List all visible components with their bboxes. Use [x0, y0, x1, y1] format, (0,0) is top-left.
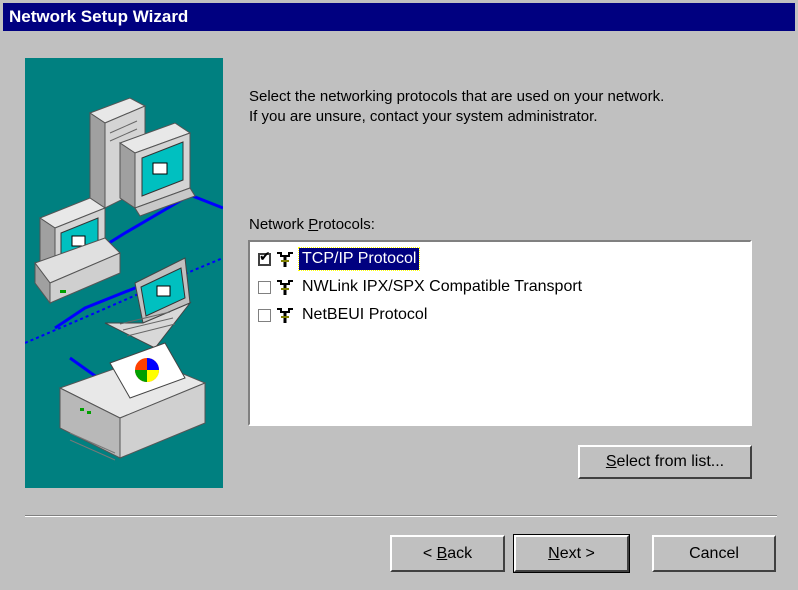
button-prefix: < — [422, 544, 437, 562]
tcpip-label: TCP/IP Protocol — [297, 247, 421, 271]
network-protocols-label: Network Protocols: — [249, 216, 375, 233]
network-setup-wizard-window: Network Setup Wizard Select the networki… — [0, 0, 798, 590]
wizard-illustration — [25, 58, 223, 488]
button-accelerator: B — [436, 544, 448, 562]
button-label: elect from list... — [616, 453, 725, 470]
network-protocol-icon — [277, 252, 293, 267]
cancel-button[interactable]: Cancel — [652, 535, 776, 572]
network-protocol-icon — [277, 280, 293, 295]
checkbox-netbeui[interactable] — [258, 308, 271, 322]
back-button[interactable]: < Back — [390, 535, 505, 572]
next-button[interactable]: Next > — [513, 534, 630, 573]
button-label: Cancel — [689, 544, 739, 562]
select-from-list-button[interactable]: Select from list... — [578, 445, 752, 479]
divider — [25, 515, 777, 517]
netbeui-label: NetBEUI Protocol — [302, 306, 428, 323]
list-item-netbeui[interactable]: NetBEUI Protocol — [258, 302, 430, 328]
network-illustration-icon — [25, 97, 223, 461]
button-label: ext > — [559, 544, 595, 562]
title-bar[interactable]: Network Setup Wizard — [3, 3, 795, 31]
label-prefix: Network — [249, 216, 309, 233]
button-accelerator: N — [548, 544, 560, 562]
list-item-tcpip[interactable]: ✔ TCP/IP Protocol — [258, 246, 421, 272]
window-title: Network Setup Wizard — [9, 7, 189, 26]
nwlink-label: NWLink IPX/SPX Compatible Transport — [302, 278, 583, 295]
checkbox-tcpip[interactable]: ✔ — [258, 248, 271, 266]
button-accelerator: S — [605, 453, 617, 470]
list-item-nwlink[interactable]: NWLink IPX/SPX Compatible Transport — [258, 274, 585, 300]
instruction-text-line1: Select the networking protocols that are… — [249, 88, 665, 105]
button-label: ack — [447, 544, 473, 562]
checkbox-nwlink[interactable] — [258, 280, 271, 294]
network-protocols-list[interactable]: ✔ TCP/IP Protocol NWLink IPX/SPX Compati… — [248, 240, 752, 426]
label-accelerator: P — [308, 216, 319, 233]
checkmark-icon: ✔ — [259, 248, 271, 265]
instruction-text-line2: If you are unsure, contact your system a… — [249, 108, 598, 125]
label-suffix: rotocols: — [318, 216, 375, 233]
network-protocol-icon — [277, 308, 293, 323]
